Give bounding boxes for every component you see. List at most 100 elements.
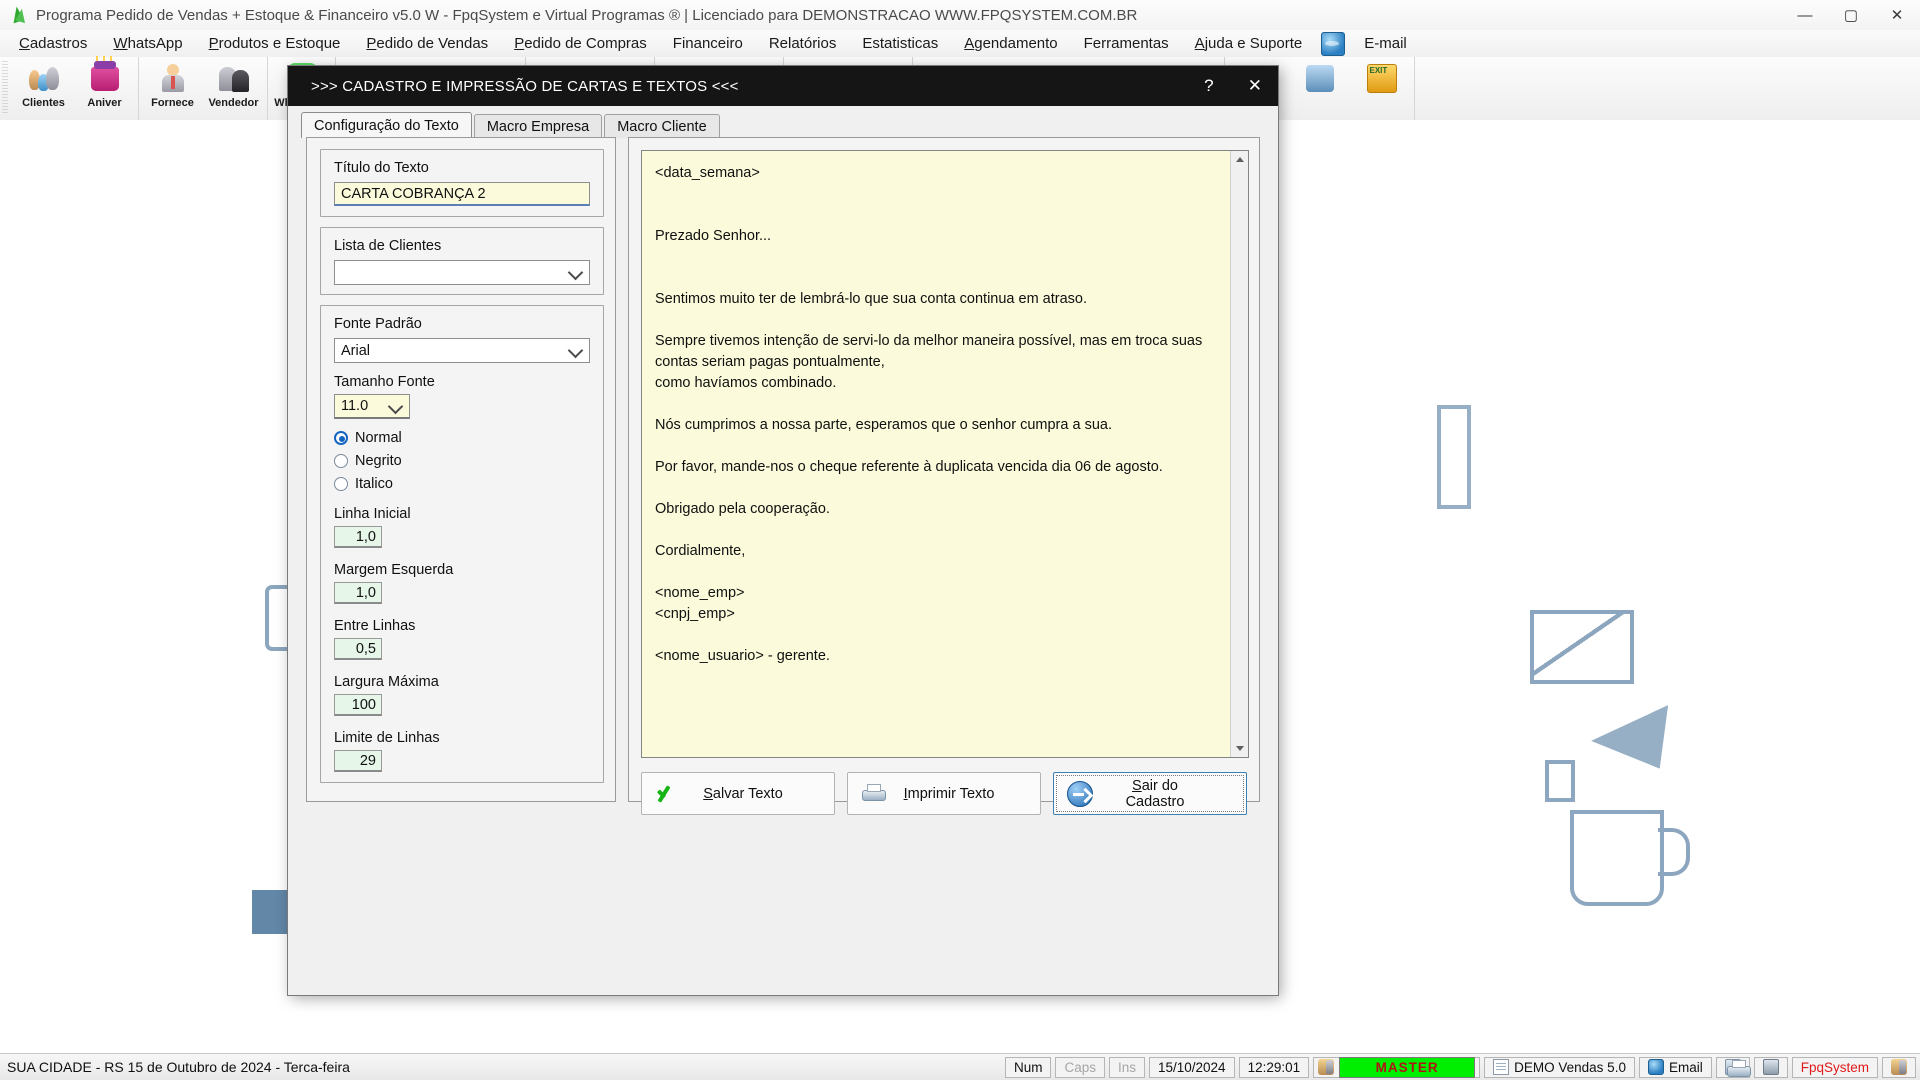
entre-linhas-input[interactable]: 0,5 [334, 638, 382, 660]
menu-pedido-vendas[interactable]: Pedido de Vendas [353, 32, 501, 55]
radio-icon-normal [334, 431, 348, 445]
radio-negrito[interactable]: Negrito [334, 453, 603, 469]
margem-esquerda-input[interactable]: 1,0 [334, 582, 382, 604]
minimize-button[interactable]: — [1782, 0, 1828, 30]
tamanho-fonte-select[interactable]: 11.0 [334, 394, 410, 419]
menu-cadastros[interactable]: CCadastrosadastros [6, 32, 100, 55]
status-fpqsystem[interactable]: FpqSystem [1791, 1056, 1878, 1078]
status-email[interactable]: Email [1638, 1056, 1712, 1078]
cup-art-icon [1570, 810, 1690, 906]
toolbar-button-blue2[interactable] [1289, 57, 1350, 120]
toolbar-button-clientes[interactable]: Clientes [13, 57, 74, 120]
titulo-group: Título do Texto CARTA COBRANÇA 2 [320, 149, 604, 217]
titulo-input[interactable]: CARTA COBRANÇA 2 [334, 182, 590, 206]
salvar-texto-button[interactable]: Salvar Texto [641, 772, 835, 815]
user-icon [1318, 1059, 1335, 1075]
toolbar-button-vendedor[interactable]: Vendedor [203, 57, 264, 120]
small-square-art [1545, 760, 1575, 802]
limite-linhas-input[interactable]: 29 [334, 750, 382, 772]
dialog-help-button[interactable]: ? [1186, 66, 1232, 106]
statusbar: SUA CIDADE - RS 15 de Outubro de 2024 - … [0, 1053, 1920, 1080]
dialog-titlebar: >>> CADASTRO E IMPRESSÃO DE CARTAS E TEX… [288, 66, 1278, 106]
chevron-down-icon [387, 398, 404, 415]
status-demo-version[interactable]: DEMO Vendas 5.0 [1484, 1056, 1635, 1078]
server-icon [1762, 1059, 1779, 1075]
sair-do-cadastro-label: Sair do Cadastro [1125, 777, 1185, 810]
menu-produtos-estoque[interactable]: Produtos e Estoque [196, 32, 354, 55]
tab-macro-cliente[interactable]: Macro Cliente [604, 114, 720, 138]
menubar: CCadastrosadastros WhatsApp Produtos e E… [0, 30, 1920, 57]
menu-relatorios[interactable]: Relatórios [756, 32, 850, 55]
maximize-button[interactable]: ▢ [1828, 0, 1874, 30]
toolbar-label: Fornece [151, 97, 194, 109]
status-demo-label: DEMO Vendas 5.0 [1514, 1059, 1626, 1075]
menu-ferramentas[interactable]: Ferramentas [1071, 32, 1182, 55]
linha-inicial-input[interactable]: 1,0 [334, 526, 382, 548]
tamanho-fonte-label: Tamanho Fonte [334, 374, 435, 390]
envelope-art-icon [1530, 610, 1634, 684]
dialog-window-controls: ? ✕ [1186, 66, 1278, 106]
document-icon [1493, 1059, 1510, 1075]
check-icon [642, 783, 694, 805]
fonte-group: Fonte Padrão Arial Tamanho Fonte 11.0 No… [320, 305, 604, 783]
fonte-padrao-label: Fonte Padrão [334, 316, 422, 332]
toolbar-grip[interactable] [2, 61, 8, 113]
window-titlebar: Programa Pedido de Vendas + Estoque & Fi… [0, 0, 1920, 31]
toolbar-button-exit[interactable] [1350, 57, 1411, 120]
menu-email[interactable]: E-mail [1351, 32, 1420, 55]
bar-art [1437, 405, 1471, 509]
status-email-label: Email [1668, 1059, 1703, 1075]
radio-normal[interactable]: Normal [334, 430, 603, 446]
tamanho-fonte-value: 11.0 [341, 398, 369, 414]
status-time: 12:29:01 [1238, 1056, 1310, 1078]
scroll-down-icon[interactable] [1231, 740, 1248, 757]
menu-estatisticas[interactable]: Estatisticas [849, 32, 951, 55]
status-ins: Ins [1108, 1056, 1145, 1078]
menu-agendamento[interactable]: Agendamento [951, 32, 1070, 55]
toolbar-label: Clientes [22, 97, 65, 109]
margem-esquerda-label: Margem Esquerda [334, 562, 454, 578]
globe-icon[interactable] [1321, 31, 1346, 56]
exit-arrow-icon [1054, 780, 1106, 807]
text-editor[interactable]: <data_semana> Prezado Senhor... Sentimos… [642, 151, 1230, 757]
tab-macro-empresa[interactable]: Macro Empresa [473, 114, 603, 138]
dialog-action-buttons: Salvar Texto Imprimir Texto Sair do Cada… [641, 772, 1249, 815]
text-editor-wrapper: <data_semana> Prezado Senhor... Sentimos… [641, 150, 1249, 758]
menu-pedido-compras[interactable]: Pedido de Compras [501, 32, 660, 55]
sair-do-cadastro-button[interactable]: Sair do Cadastro [1053, 772, 1247, 815]
people-icon [25, 60, 63, 96]
imprimir-texto-button[interactable]: Imprimir Texto [847, 772, 1041, 815]
radio-icon-negrito [334, 454, 348, 468]
scroll-up-icon[interactable] [1231, 151, 1248, 168]
status-num: Num [1004, 1056, 1052, 1078]
cake-icon [86, 56, 124, 96]
linha-inicial-label: Linha Inicial [334, 506, 411, 522]
radio-italico[interactable]: Italico [334, 476, 603, 492]
radio-label-italico: Italico [355, 476, 393, 492]
exit-icon [1362, 60, 1400, 96]
toolbar-button-fornece[interactable]: Fornece [142, 57, 203, 120]
application-window: Programa Pedido de Vendas + Estoque & Fi… [0, 0, 1920, 1080]
window-controls: — ▢ ✕ [1782, 0, 1920, 30]
status-caps: Caps [1055, 1056, 1105, 1078]
fonte-padrao-value: Arial [341, 342, 371, 359]
dialog-close-button[interactable]: ✕ [1232, 66, 1278, 106]
menu-ajuda-suporte[interactable]: Ajuda e Suporte [1182, 32, 1316, 55]
globe-icon [1647, 1059, 1664, 1075]
close-button[interactable]: ✕ [1874, 0, 1920, 30]
radio-label-negrito: Negrito [355, 453, 402, 469]
status-master-wrap[interactable]: MASTER [1313, 1056, 1481, 1078]
editor-scrollbar[interactable] [1230, 151, 1248, 757]
menu-financeiro[interactable]: Financeiro [660, 32, 756, 55]
menu-whatsapp[interactable]: WhatsApp [100, 32, 195, 55]
dialog-tabs: Configuração do Texto Macro Empresa Macr… [301, 112, 722, 138]
fonte-padrao-select[interactable]: Arial [334, 338, 590, 363]
largura-maxima-input[interactable]: 100 [334, 694, 382, 716]
status-user-badge[interactable] [1882, 1056, 1916, 1078]
paper-plane-art-icon [1591, 683, 1683, 769]
status-server[interactable] [1753, 1056, 1788, 1078]
status-printer[interactable] [1715, 1056, 1751, 1078]
lista-clientes-select[interactable] [334, 260, 590, 285]
tab-configuracao-do-texto[interactable]: Configuração do Texto [301, 112, 472, 138]
toolbar-button-aniver[interactable]: Aniver [74, 56, 135, 120]
